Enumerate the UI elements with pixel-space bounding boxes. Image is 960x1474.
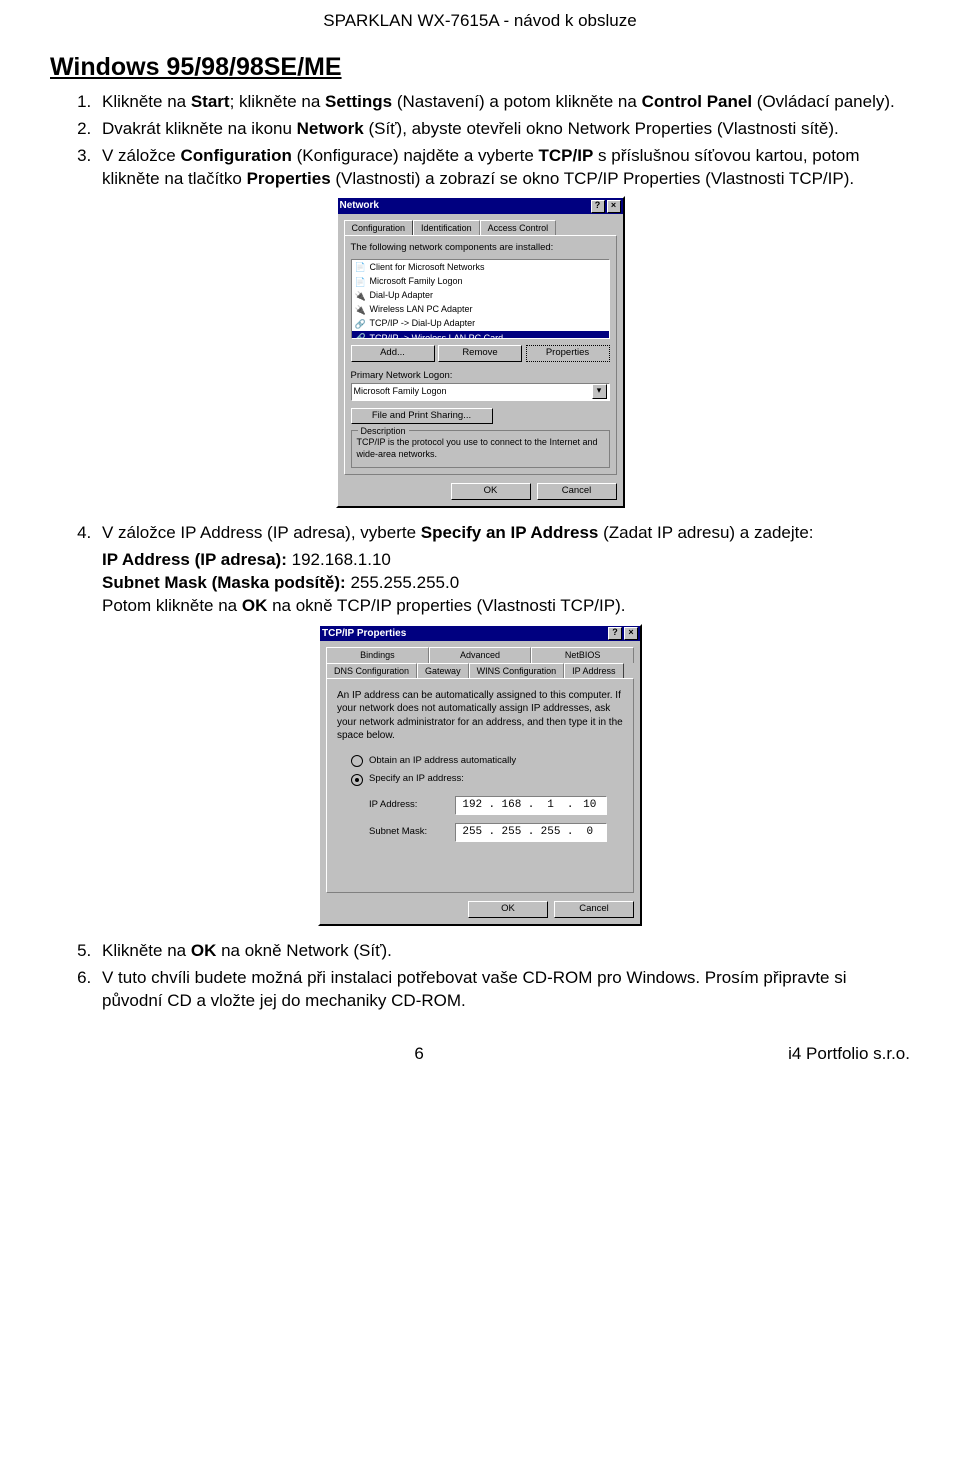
step-3: V záložce Configuration (Konfigurace) na… xyxy=(96,145,910,191)
steps-list: Klikněte na Start; klikněte na Settings … xyxy=(50,91,910,191)
protocol-icon: 🔗 xyxy=(355,318,366,329)
description-group: Description TCP/IP is the protocol you u… xyxy=(351,430,610,468)
primary-logon-label: Primary Network Logon: xyxy=(351,370,610,383)
network-dialog-titlebar: Network ? × xyxy=(338,198,623,214)
close-icon[interactable]: × xyxy=(607,200,621,213)
ip-address-input[interactable]: 192. 168. 1. 10 xyxy=(455,796,607,815)
components-list[interactable]: 📄Client for Microsoft Networks 📄Microsof… xyxy=(351,259,610,339)
tab-access-control[interactable]: Access Control xyxy=(480,220,557,235)
network-dialog-tabs: Configuration Identification Access Cont… xyxy=(344,220,617,235)
network-dialog: Network ? × Configuration Identification… xyxy=(336,196,625,508)
tab-bindings[interactable]: Bindings xyxy=(326,647,429,662)
step-6: V tuto chvíli budete možná při instalaci… xyxy=(96,967,910,1013)
step-1: Klikněte na Start; klikněte na Settings … xyxy=(96,91,910,114)
steps-list-cont2: Klikněte na OK na okně Network (Síť). V … xyxy=(50,940,910,1013)
tcpip-dialog: TCP/IP Properties ? × Bindings Advanced … xyxy=(318,624,642,926)
step-4: V záložce IP Address (IP adresa), vybert… xyxy=(96,522,910,618)
radio-specify[interactable] xyxy=(351,774,363,786)
ok-button[interactable]: OK xyxy=(451,483,531,500)
close-icon[interactable]: × xyxy=(624,627,638,640)
remove-button[interactable]: Remove xyxy=(438,345,522,362)
tcpip-dialog-title: TCP/IP Properties xyxy=(322,627,406,641)
cancel-button[interactable]: Cancel xyxy=(537,483,617,500)
tab-wins[interactable]: WINS Configuration xyxy=(469,663,565,678)
add-button[interactable]: Add... xyxy=(351,345,435,362)
tab-netbios[interactable]: NetBIOS xyxy=(531,647,634,662)
primary-logon-combo[interactable]: Microsoft Family Logon ▾ xyxy=(351,383,610,401)
ip-address-label: IP Address: xyxy=(369,799,445,812)
properties-button[interactable]: Properties xyxy=(526,345,610,362)
client-icon: 📄 xyxy=(355,261,366,272)
radio-auto[interactable] xyxy=(351,755,363,767)
tab-configuration[interactable]: Configuration xyxy=(344,220,414,235)
step-5: Klikněte na OK na okně Network (Síť). xyxy=(96,940,910,963)
page-header: SPARKLAN WX-7615A - návod k obsluze xyxy=(50,10,910,33)
help-icon[interactable]: ? xyxy=(608,627,622,640)
client-icon: 📄 xyxy=(355,276,366,287)
cancel-button[interactable]: Cancel xyxy=(554,901,634,918)
tab-gateway[interactable]: Gateway xyxy=(417,663,469,678)
tcpip-instruction: An IP address can be automatically assig… xyxy=(337,689,623,743)
file-sharing-button[interactable]: File and Print Sharing... xyxy=(351,408,493,425)
section-title: Windows 95/98/98SE/ME xyxy=(50,51,910,85)
protocol-icon: 🔗 xyxy=(355,332,366,339)
tcpip-dialog-titlebar: TCP/IP Properties ? × xyxy=(320,626,640,642)
ok-button[interactable]: OK xyxy=(468,901,548,918)
adapter-icon: 🔌 xyxy=(355,290,366,301)
help-icon[interactable]: ? xyxy=(591,200,605,213)
footer-company: i4 Portfolio s.r.o. xyxy=(788,1043,910,1066)
steps-list-cont: V záložce IP Address (IP adresa), vybert… xyxy=(50,522,910,618)
chevron-down-icon[interactable]: ▾ xyxy=(592,384,607,399)
page-number: 6 xyxy=(414,1043,423,1066)
step-2: Dvakrát klikněte na ikonu Network (Síť),… xyxy=(96,118,910,141)
tab-advanced[interactable]: Advanced xyxy=(429,647,532,662)
network-dialog-title: Network xyxy=(340,199,379,213)
tab-dns[interactable]: DNS Configuration xyxy=(326,663,417,678)
subnet-mask-label: Subnet Mask: xyxy=(369,826,445,839)
adapter-icon: 🔌 xyxy=(355,304,366,315)
tab-ip-address[interactable]: IP Address xyxy=(564,663,623,678)
subnet-mask-input[interactable]: 255. 255. 255. 0 xyxy=(455,823,607,842)
instruction-text: The following network components are ins… xyxy=(351,242,610,255)
tab-identification[interactable]: Identification xyxy=(413,220,480,235)
